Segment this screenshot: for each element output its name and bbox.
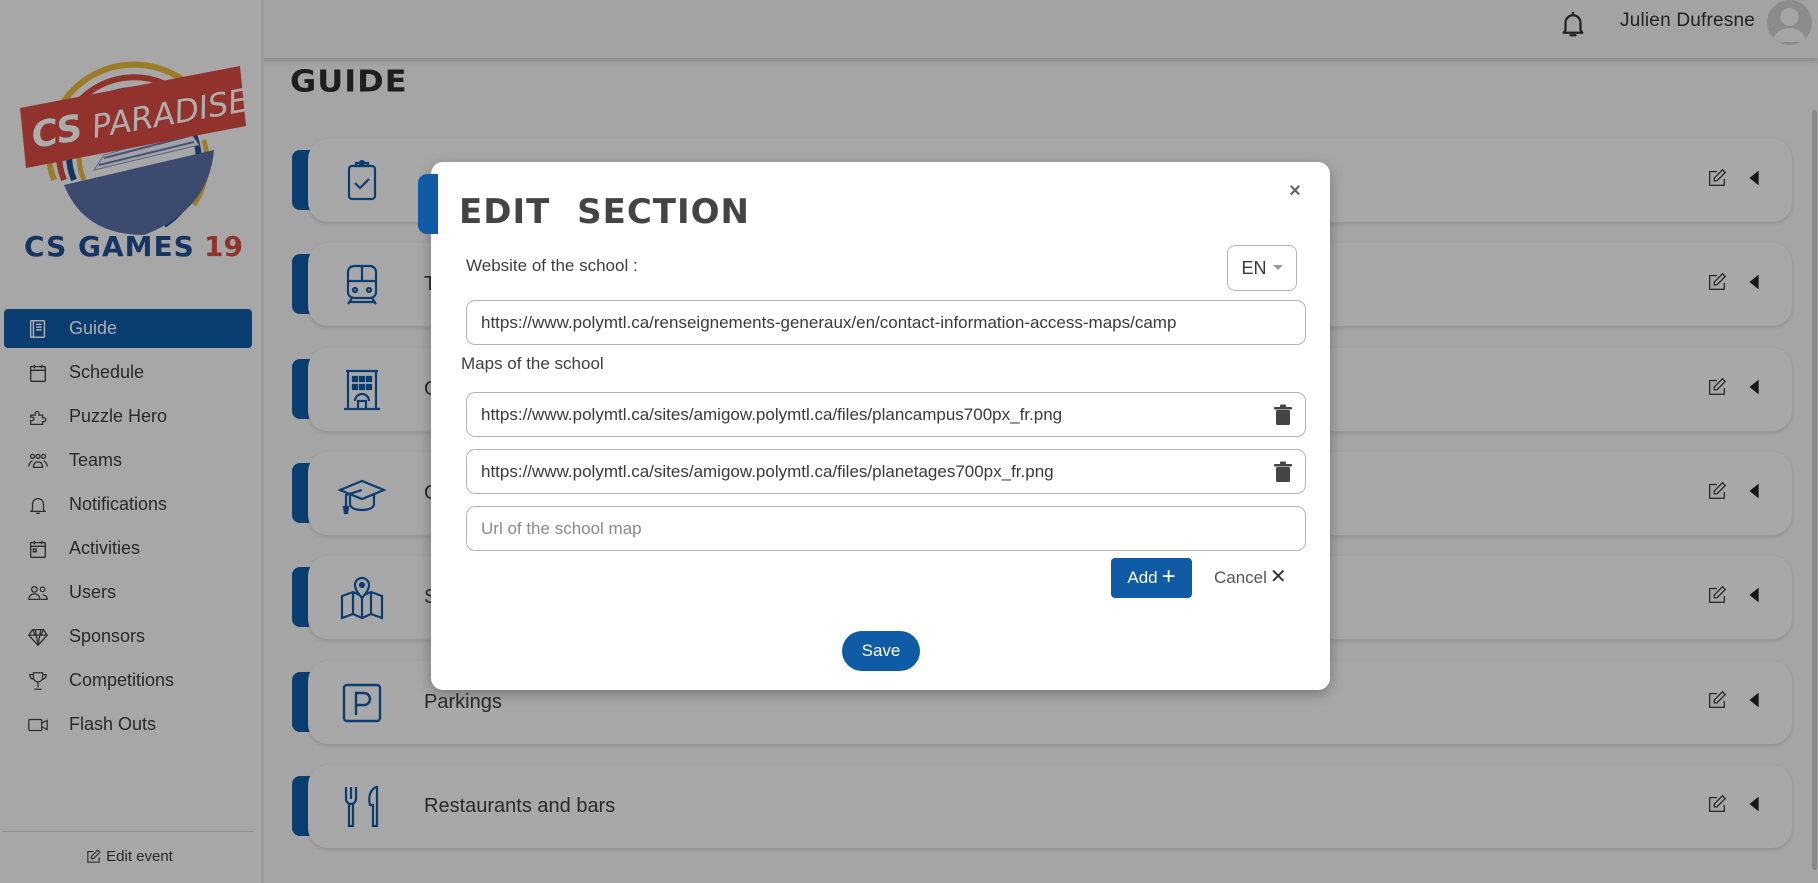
website-label: Website of the school : [466,256,638,275]
close-x-icon: ✕ [1269,566,1287,588]
close-icon[interactable]: × [1286,181,1304,201]
new-map-url-field[interactable] [466,506,1306,551]
add-map-button[interactable]: Add + [1111,558,1192,598]
new-map-url-input[interactable] [481,518,1291,539]
website-input-field[interactable] [481,312,1291,333]
map-url-input[interactable] [481,404,1261,425]
chevron-down-icon [1272,264,1283,270]
website-input[interactable] [466,300,1306,345]
modal-title: EDIT SECTION [459,192,750,232]
language-select[interactable]: EN [1227,245,1297,291]
edit-section-modal: EDIT SECTION × Website of the school : E… [418,162,1330,690]
map-url-field[interactable] [466,449,1306,494]
trash-icon[interactable] [1273,461,1293,483]
language-value: EN [1241,257,1267,278]
cancel-label: Cancel [1214,567,1267,587]
map-url-field[interactable] [466,392,1306,437]
map-url-input[interactable] [481,461,1261,482]
plus-icon: + [1161,562,1176,590]
save-button[interactable]: Save [842,631,920,671]
add-label: Add [1127,568,1158,587]
modal-accent [418,174,438,234]
trash-icon[interactable] [1273,404,1293,426]
cancel-button[interactable]: Cancel ✕ [1214,566,1287,589]
maps-label: Maps of the school [461,354,604,373]
